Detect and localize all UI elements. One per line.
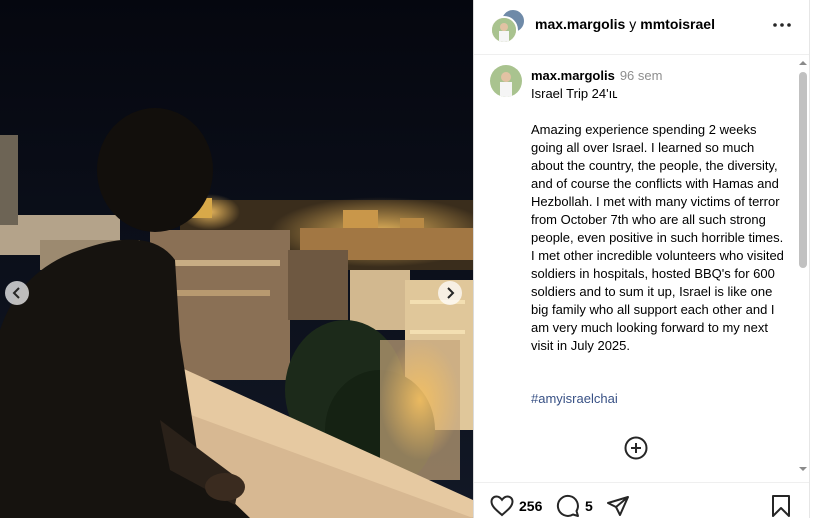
post-photo <box>0 0 473 518</box>
avatar <box>490 16 518 44</box>
caption-body: Amazing experience spending 2 weeks goin… <box>531 122 784 353</box>
load-more-comments-button[interactable] <box>624 436 648 460</box>
post-details-panel: max.margolis y mmtoisrael max.margolis 96 s… <box>473 0 810 518</box>
post-header: max.margolis y mmtoisrael <box>474 0 810 55</box>
like-count[interactable]: 256 <box>519 498 542 514</box>
more-options-button[interactable] <box>770 14 794 36</box>
action-bar: 256 5 <box>474 482 810 519</box>
header-usernames: max.margolis y mmtoisrael <box>535 16 715 32</box>
scroll-up-arrow-icon[interactable] <box>796 58 810 68</box>
caption-username[interactable]: max.margolis <box>531 68 615 83</box>
caption-scrollbar[interactable] <box>796 55 810 481</box>
caption-time: 96 sem <box>619 68 663 83</box>
plus-circle-icon <box>624 436 648 460</box>
hashtag-link[interactable]: #amyisraelchai <box>531 391 618 406</box>
collab-user-1[interactable]: max.margolis <box>535 16 625 32</box>
save-button[interactable] <box>771 494 791 518</box>
share-button[interactable] <box>606 494 630 518</box>
collab-avatars[interactable] <box>490 8 526 44</box>
more-horizontal-icon <box>773 23 791 27</box>
scrollbar-thumb[interactable] <box>799 72 807 268</box>
bookmark-icon <box>772 495 790 517</box>
caption-title: Israel Trip 24'ıʟ <box>531 86 618 101</box>
header-joiner: y <box>629 16 637 32</box>
heart-icon <box>490 495 514 517</box>
next-photo-button[interactable] <box>438 281 462 305</box>
comment-count[interactable]: 5 <box>585 498 593 514</box>
caption-header: max.margolis 96 sem <box>531 68 662 83</box>
night-city-photo <box>0 0 473 518</box>
collab-user-2[interactable]: mmtoisrael <box>640 16 715 32</box>
send-icon <box>607 496 629 516</box>
comment-button[interactable]: 5 <box>556 494 593 518</box>
comment-icon <box>556 494 579 517</box>
scroll-down-arrow-icon[interactable] <box>796 464 810 474</box>
chevron-right-icon <box>447 287 455 299</box>
avatar[interactable] <box>490 65 522 97</box>
like-button[interactable]: 256 <box>490 494 542 518</box>
caption-area: max.margolis 96 sem Israel Trip 24'ıʟ Ama… <box>474 55 798 481</box>
previous-photo-button[interactable] <box>5 281 29 305</box>
chevron-left-icon <box>12 287 20 299</box>
window-edge <box>809 0 818 518</box>
